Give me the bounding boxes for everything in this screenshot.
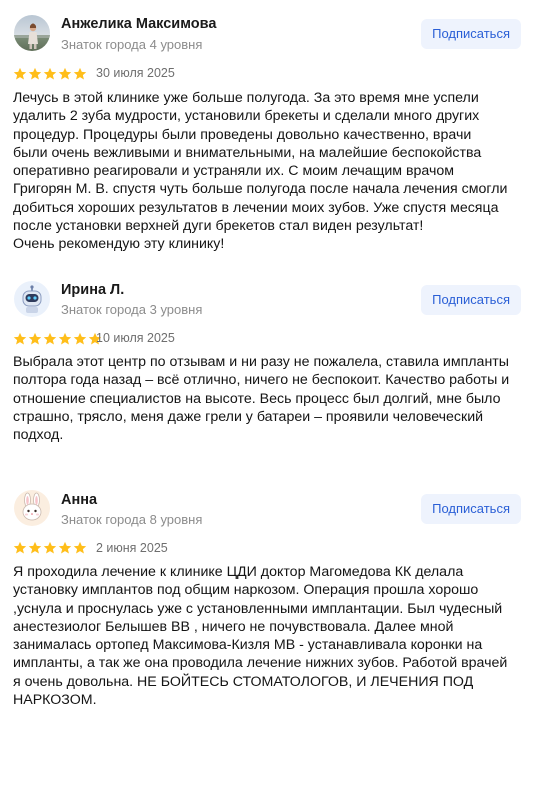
user-photo-icon: [14, 15, 50, 51]
star-icon: [43, 332, 57, 345]
star-icon: [43, 67, 57, 80]
rating-stars: [13, 67, 87, 81]
rating-stars: [13, 541, 87, 555]
author-level: Знаток города 4 уровня: [61, 37, 203, 52]
review-text: Выбрала этот центр по отзывам и ни разу …: [13, 354, 510, 444]
star-icon: [13, 67, 27, 80]
avatar[interactable]: [14, 490, 50, 526]
review-text: Я проходила лечение к клинике ЦДИ доктор…: [13, 564, 508, 709]
star-icon: [73, 67, 87, 80]
author-name[interactable]: Анна: [61, 492, 97, 508]
review-date: 10 июля 2025: [96, 331, 175, 345]
bunny-avatar-icon: [14, 490, 50, 526]
subscribe-button[interactable]: Подписаться: [421, 19, 521, 49]
star-icon: [28, 67, 42, 80]
review-date: 2 июня 2025: [96, 541, 168, 555]
star-icon: [13, 332, 27, 345]
avatar[interactable]: [14, 281, 50, 317]
subscribe-button[interactable]: Подписаться: [421, 494, 521, 524]
star-icon: [58, 67, 72, 80]
author-name[interactable]: Ирина Л.: [61, 282, 124, 298]
author-level: Знаток города 3 уровня: [61, 302, 203, 317]
star-icon: [28, 541, 42, 554]
star-icon: [13, 541, 27, 554]
rating-stars: [13, 332, 102, 346]
review-date: 30 июля 2025: [96, 66, 175, 80]
author-level: Знаток города 8 уровня: [61, 512, 203, 527]
subscribe-button[interactable]: Подписаться: [421, 285, 521, 315]
star-icon: [73, 541, 87, 554]
avatar[interactable]: [14, 15, 50, 51]
star-icon: [58, 541, 72, 554]
star-icon: [43, 541, 57, 554]
star-icon: [58, 332, 72, 345]
robot-avatar-icon: [14, 281, 50, 317]
review-text: Лечусь в этой клинике уже больше полугод…: [13, 90, 508, 253]
author-name[interactable]: Анжелика Максимова: [61, 16, 216, 32]
star-icon: [28, 332, 42, 345]
star-icon: [73, 332, 87, 345]
